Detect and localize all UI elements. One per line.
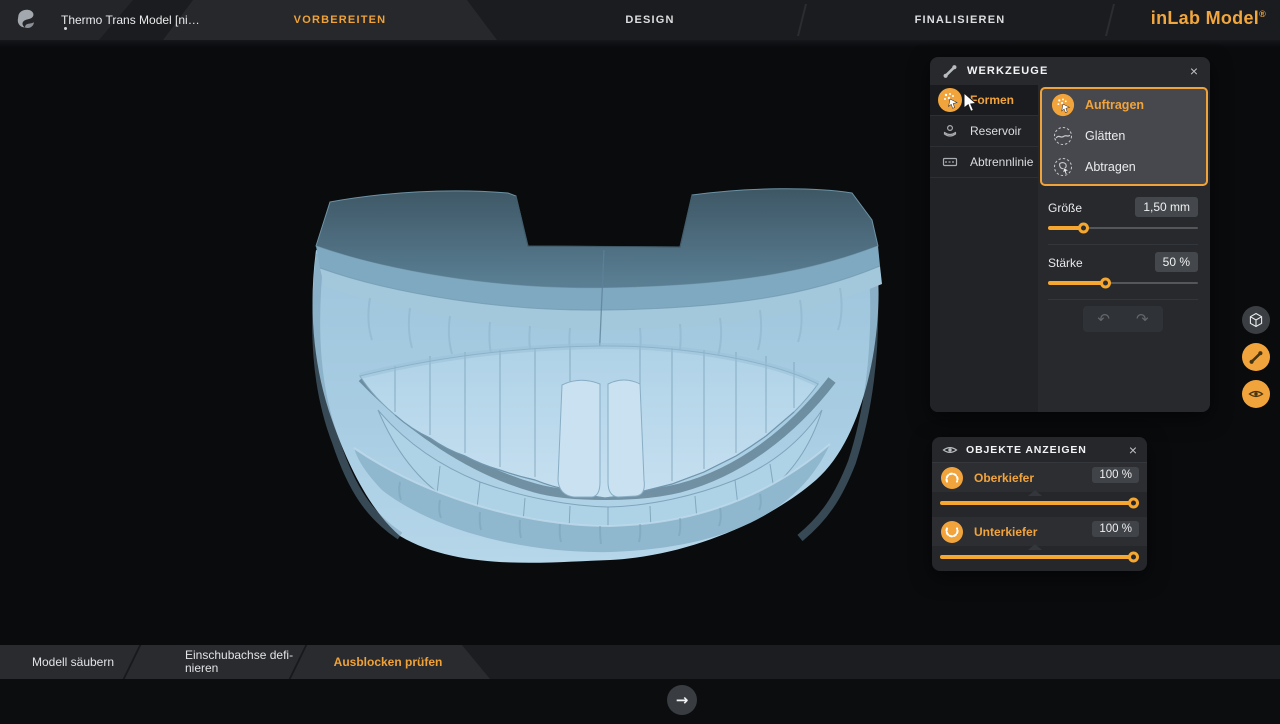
tab-finalisieren[interactable]: FINALISIEREN	[893, 14, 1027, 26]
app-logo	[13, 6, 39, 32]
reservoir-icon	[937, 118, 963, 144]
eye-icon	[1248, 386, 1264, 402]
strength-slider[interactable]	[1048, 278, 1198, 288]
slider-knob[interactable]	[1100, 278, 1111, 289]
tools-panel-close-button[interactable]: ×	[1190, 64, 1198, 78]
unterkiefer-icon	[940, 520, 964, 544]
slider-knob[interactable]	[1128, 498, 1139, 509]
tool-label: Reservoir	[970, 124, 1021, 138]
glaetten-icon	[1051, 124, 1075, 148]
slider-fill	[940, 501, 1133, 505]
document-title: Thermo Trans Model [ni…	[61, 13, 200, 27]
wrench-icon	[942, 63, 958, 79]
topbar-separator	[1105, 4, 1115, 36]
mode-abtragen[interactable]: Abtragen	[1042, 151, 1206, 182]
slider-fill	[940, 555, 1133, 559]
topbar-separator	[797, 4, 807, 36]
unsaved-indicator-dot	[64, 27, 67, 30]
cube-icon	[1248, 312, 1264, 328]
abtrennlinie-icon	[937, 149, 963, 175]
tools-panel: WERKZEUGE × Formen	[930, 57, 1210, 412]
bottom-bar: →	[0, 679, 1280, 724]
dental-model[interactable]	[300, 180, 900, 580]
tools-list: Formen Reservoir Abtrenn	[930, 85, 1038, 412]
objects-panel-close-button[interactable]: ×	[1129, 443, 1137, 457]
oberkiefer-slider[interactable]	[940, 498, 1139, 508]
tools-panel-header: WERKZEUGE ×	[930, 57, 1210, 85]
slider-knob[interactable]	[1078, 223, 1089, 234]
object-row-oberkiefer[interactable]: Oberkiefer 100 %	[932, 463, 1147, 492]
wrench-icon	[1248, 349, 1264, 365]
top-bar: Thermo Trans Model [ni… VORBEREITEN DESI…	[0, 0, 1280, 40]
tools-panel-title: WERKZEUGE	[967, 65, 1048, 77]
size-slider[interactable]	[1048, 223, 1198, 233]
arrow-right-icon: →	[676, 691, 689, 709]
mode-glaetten[interactable]: Glätten	[1042, 120, 1206, 151]
object-opacity-value[interactable]: 100 %	[1092, 521, 1139, 537]
undo-button[interactable]: ↶	[1097, 310, 1110, 328]
divider	[1048, 244, 1198, 245]
formen-icon	[937, 87, 963, 113]
tool-abtrennlinie[interactable]: Abtrennlinie	[930, 147, 1038, 178]
objects-panel: OBJEKTE ANZEIGEN × Oberkiefer 100 % Unte…	[932, 437, 1147, 571]
strength-label: Stärke	[1048, 256, 1083, 270]
redo-button[interactable]: ↷	[1136, 310, 1149, 328]
brand-logo: inLab Model®	[1151, 8, 1266, 29]
tab-design[interactable]: DESIGN	[598, 14, 702, 26]
mode-label: Abtragen	[1085, 160, 1136, 174]
app-window: Thermo Trans Model [ni… VORBEREITEN DESI…	[0, 0, 1280, 724]
workflow-steps-bar: Modell säubern Einschubachse defi- niere…	[0, 645, 1280, 679]
undo-redo-group: ↶ ↷	[1083, 306, 1163, 332]
tool-label: Formen	[970, 93, 1014, 107]
tab-vorbereiten[interactable]: VORBEREITEN	[270, 14, 410, 26]
object-opacity-value[interactable]: 100 %	[1092, 467, 1139, 483]
mode-auftragen[interactable]: Auftragen	[1042, 89, 1206, 120]
step-modell-saeubern[interactable]: Modell säubern	[18, 655, 128, 669]
divider	[1048, 299, 1198, 300]
tools-toggle-button[interactable]	[1242, 343, 1270, 371]
tool-formen[interactable]: Formen	[930, 85, 1038, 116]
unterkiefer-slider[interactable]	[940, 552, 1139, 562]
objects-toggle-button[interactable]	[1242, 380, 1270, 408]
eye-icon	[942, 442, 958, 458]
strength-value[interactable]: 50 %	[1155, 252, 1198, 272]
slider-fill	[1048, 226, 1083, 230]
tool-reservoir[interactable]: Reservoir	[930, 116, 1038, 147]
objects-panel-title: OBJEKTE ANZEIGEN	[966, 444, 1087, 456]
object-label: Unterkiefer	[974, 525, 1037, 539]
slider-fill	[1048, 281, 1105, 285]
step-ausblocken-pruefen[interactable]: Ausblocken prüfen	[318, 655, 458, 669]
slider-knob[interactable]	[1128, 552, 1139, 563]
object-label: Oberkiefer	[974, 471, 1034, 485]
brand-text: inLab Model	[1151, 8, 1259, 28]
next-step-button[interactable]: →	[667, 685, 697, 715]
step-einschubachse-definieren[interactable]: Einschubachse defi- nieren	[185, 649, 305, 675]
size-label: Größe	[1048, 201, 1082, 215]
row-notch	[1028, 490, 1042, 496]
abtragen-icon	[1051, 155, 1075, 179]
tool-label: Abtrennlinie	[970, 155, 1033, 169]
view-cube-button[interactable]	[1242, 306, 1270, 334]
mode-label: Auftragen	[1085, 98, 1144, 112]
objects-panel-header: OBJEKTE ANZEIGEN ×	[932, 437, 1147, 463]
mode-label: Glätten	[1085, 129, 1125, 143]
oberkiefer-icon	[940, 466, 964, 490]
object-row-unterkiefer[interactable]: Unterkiefer 100 %	[932, 517, 1147, 546]
auftragen-icon	[1051, 93, 1075, 117]
row-notch	[1028, 544, 1042, 550]
size-value[interactable]: 1,50 mm	[1135, 197, 1198, 217]
brand-registered-mark: ®	[1259, 9, 1266, 19]
tool-modes-submenu: Auftragen Glätten	[1040, 87, 1208, 186]
